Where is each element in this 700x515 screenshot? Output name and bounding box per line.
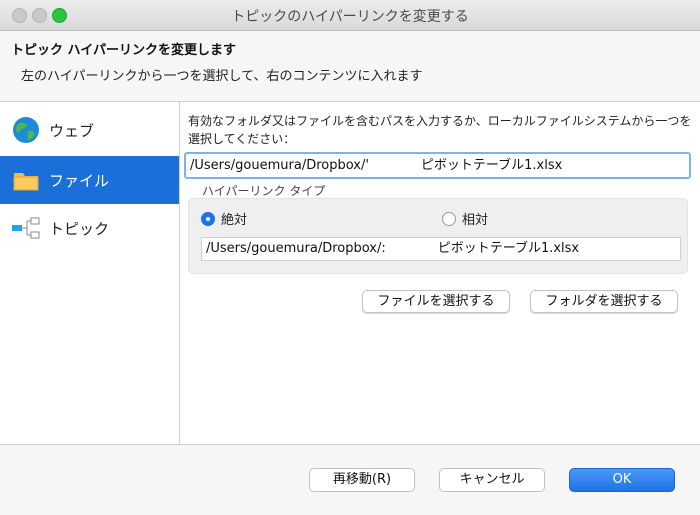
absolute-radio[interactable]: 絶対 bbox=[201, 209, 247, 228]
file-link-panel: 有効なフォルダ又はファイルを含むパスを入力するか、ローカルファイルシステムから一… bbox=[180, 102, 700, 444]
sidebar-item-web[interactable]: ウェブ bbox=[0, 106, 179, 154]
relative-radio[interactable]: 相対 bbox=[442, 209, 488, 228]
relative-radio-label: 相対 bbox=[462, 213, 489, 228]
sidebar-item-file[interactable]: ファイル bbox=[0, 156, 179, 204]
folder-icon bbox=[11, 165, 41, 195]
path-prompt: 有効なフォルダ又はファイルを含むパスを入力するか、ローカルファイルシステムから一… bbox=[188, 114, 692, 146]
hyperlink-type-group: 絶対 相対 /Users/gouemura/Dropbox/: ピボットテーブル… bbox=[188, 198, 688, 274]
window-title: トピックのハイパーリンクを変更する bbox=[231, 9, 469, 25]
choose-folder-button[interactable]: フォルダを選択する bbox=[530, 290, 678, 313]
relative-radio-indicator[interactable] bbox=[442, 211, 456, 226]
dialog-footer: 再移動(R) キャンセル OK bbox=[0, 444, 700, 515]
path-input[interactable]: /Users/gouemura/Dropbox/' ピボットテーブル1.xlsx bbox=[184, 152, 691, 179]
absolute-radio-indicator[interactable] bbox=[201, 211, 215, 226]
dialog-header: トピック ハイパーリンクを変更します 左のハイパーリンクから一つを選択して、右の… bbox=[0, 31, 700, 102]
header-description: 左のハイパーリンクから一つを選択して、右のコンテンツに入れます bbox=[21, 69, 423, 84]
topic-icon bbox=[11, 213, 41, 243]
ok-button[interactable]: OK bbox=[569, 468, 675, 492]
cancel-button[interactable]: キャンセル bbox=[439, 468, 545, 492]
sidebar-item-topic[interactable]: トピック bbox=[0, 204, 179, 252]
hyperlink-type-label: ハイパーリンク タイプ bbox=[202, 184, 326, 198]
title-bar: トピックのハイパーリンクを変更する bbox=[0, 0, 700, 31]
globe-icon bbox=[11, 115, 41, 145]
sidebar-item-label: ファイル bbox=[49, 171, 110, 190]
header-title: トピック ハイパーリンクを変更します bbox=[11, 43, 237, 58]
sidebar-item-label: ウェブ bbox=[49, 121, 95, 140]
reset-button[interactable]: 再移動(R) bbox=[309, 468, 415, 492]
absolute-radio-label: 絶対 bbox=[221, 213, 248, 228]
choose-file-button[interactable]: ファイルを選択する bbox=[362, 290, 510, 313]
sidebar-item-label: トピック bbox=[49, 219, 110, 238]
hyperlink-type-sidebar: ウェブ ファイル トピック bbox=[0, 102, 180, 444]
resolved-path-field: /Users/gouemura/Dropbox/: ピボットテーブル1.xlsx bbox=[201, 237, 681, 261]
